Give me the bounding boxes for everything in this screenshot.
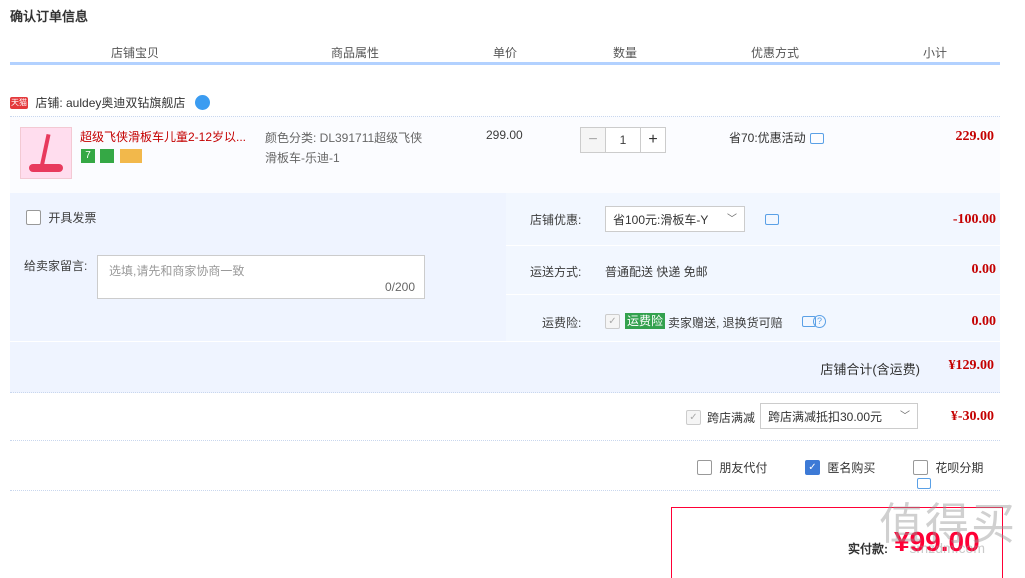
unit-price: 299.00 xyxy=(486,128,523,142)
insurance-amount: 0.00 xyxy=(971,314,997,329)
shop-total-row: 店铺合计(含运费) ¥129.00 xyxy=(10,342,1000,393)
page-title: 确认订单信息 xyxy=(10,9,89,24)
col-discount: 优惠方式 xyxy=(750,46,799,60)
shop-discount-row: 店铺优惠: 省100元:滑板车-Y ﹀ -100.00 xyxy=(506,193,1000,246)
wangwang-chat-icon[interactable] xyxy=(194,95,210,110)
insurance-row: 运费险: ✓ 运费险 卖家赠送, 退换货可赔 ? 0.00 xyxy=(506,295,1000,341)
guarantee-icon xyxy=(100,148,115,163)
insurance-label: 运费险: xyxy=(542,316,582,330)
message-char-count: 0/200 xyxy=(384,280,415,294)
order-item-row: 超级飞侠滑板车儿童2-12岁以... 7 颜色分类: DL391711超级飞侠 … xyxy=(10,116,1000,194)
invoice-label: 开具发票 xyxy=(48,211,97,225)
cross-shop-amount: ¥-30.00 xyxy=(950,409,994,424)
col-subtotal: 小计 xyxy=(922,46,947,60)
promotion-text: 省70:优惠活动 xyxy=(729,131,806,145)
shop-discount-value: 省100元:滑板车-Y xyxy=(613,213,709,227)
message-label: 给卖家留言: xyxy=(24,259,88,273)
product-attributes: 颜色分类: DL391711超级飞侠 滑板车-乐迪-1 xyxy=(265,128,445,168)
chevron-down-icon: ﹀ xyxy=(727,214,737,225)
col-shop-item: 店铺宝贝 xyxy=(110,46,159,60)
shipping-method: 普通配送 快递 免邮 xyxy=(605,265,708,279)
anonymous-option[interactable]: ✓ 匿名购买 xyxy=(805,459,875,476)
invoice-option[interactable]: 开具发票 xyxy=(26,209,96,226)
shop-discount-label: 店铺优惠: xyxy=(530,213,582,227)
site-watermark-url: smzdm.com xyxy=(909,540,985,556)
chevron-down-icon: ﹀ xyxy=(900,411,910,422)
payment-options-row: 朋友代付 ✓ 匿名购买 花呗分期 xyxy=(10,442,1000,491)
seven-day-return-icon: 7 xyxy=(81,148,95,163)
friend-pay-label: 朋友代付 xyxy=(719,461,768,475)
product-name-link[interactable]: 超级飞侠滑板车儿童2-12岁以... xyxy=(80,128,260,145)
item-subtotal: 229.00 xyxy=(955,129,995,144)
message-placeholder: 选填,请先和商家协商一致 xyxy=(109,264,245,278)
col-unit-price: 单价 xyxy=(492,46,517,60)
invoice-checkbox[interactable] xyxy=(26,210,41,225)
col-attributes: 商品属性 xyxy=(330,46,379,60)
shop-total-amount: ¥129.00 xyxy=(948,358,995,373)
header-divider xyxy=(10,62,1000,65)
shop-name[interactable]: 店铺: auldey奥迪双钻旗舰店 xyxy=(35,96,185,110)
comment-bubble-icon[interactable] xyxy=(765,214,779,225)
shipping-row: 运送方式: 普通配送 快递 免邮 0.00 xyxy=(506,246,1000,295)
huabei-option[interactable]: 花呗分期 xyxy=(913,459,1000,490)
shop-total-label: 店铺合计(含运费) xyxy=(820,362,920,377)
credit-card-icon xyxy=(119,148,142,163)
cross-shop-checkbox: ✓ xyxy=(686,410,701,425)
attr-line-2: 滑板车-乐迪-1 xyxy=(265,151,340,165)
insurance-text: 卖家赠送, 退换货可赔 xyxy=(668,316,783,330)
shipping-amount: 0.00 xyxy=(971,262,997,277)
friend-pay-option[interactable]: 朋友代付 xyxy=(697,459,767,476)
service-badges: 7 xyxy=(81,148,144,163)
tmall-badge: 天猫 xyxy=(10,96,28,109)
cross-shop-select[interactable]: 跨店满减抵扣30.00元 ﹀ xyxy=(760,403,918,429)
cross-shop-discount-row: ✓ 跨店满减 跨店满减抵扣30.00元 ﹀ ¥-30.00 xyxy=(10,394,1000,441)
seller-message-input[interactable]: 选填,请先和商家协商一致 0/200 xyxy=(97,255,425,299)
quantity-plus-button[interactable]: + xyxy=(640,127,666,153)
comment-bubble-icon[interactable] xyxy=(809,133,824,145)
shop-info: 天猫 店铺: auldey奥迪双钻旗舰店 xyxy=(10,94,210,111)
left-options: 开具发票 给卖家留言: 选填,请先和商家协商一致 0/200 xyxy=(10,193,504,341)
order-options-panel: 开具发票 给卖家留言: 选填,请先和商家协商一致 0/200 店铺优惠: 省10… xyxy=(10,193,1000,341)
shop-discount-select[interactable]: 省100元:滑板车-Y ﹀ xyxy=(605,206,745,232)
quantity-stepper: −1 + xyxy=(580,127,666,153)
insurance-checkbox: ✓ xyxy=(605,314,620,329)
help-question-icon[interactable]: ? xyxy=(813,315,826,328)
anonymous-checkbox[interactable]: ✓ xyxy=(805,460,820,475)
cross-shop-label: 跨店满减 xyxy=(707,411,756,425)
quantity-input[interactable]: 1 xyxy=(606,127,640,153)
huabei-checkbox[interactable] xyxy=(913,460,928,475)
product-thumbnail[interactable] xyxy=(20,127,72,179)
anonymous-label: 匿名购买 xyxy=(827,461,876,475)
attr-line-1: 颜色分类: DL391711超级飞侠 xyxy=(265,131,423,145)
col-quantity: 数量 xyxy=(612,46,637,60)
quantity-minus-button[interactable]: − xyxy=(580,127,606,153)
insurance-tag: 运费险 xyxy=(625,313,666,329)
shop-discount-amount: -100.00 xyxy=(952,212,996,227)
shipping-label: 运送方式: xyxy=(530,265,582,279)
huabei-label: 花呗分期 xyxy=(935,461,984,475)
promotion-info: 省70:优惠活动 xyxy=(729,129,824,146)
cross-shop-select-value: 跨店满减抵扣30.00元 xyxy=(768,410,883,424)
friend-pay-checkbox[interactable] xyxy=(697,460,712,475)
table-header: 店铺宝贝 商品属性 单价 数量 优惠方式 小计 xyxy=(10,44,1000,62)
right-options: 店铺优惠: 省100元:滑板车-Y ﹀ -100.00 运送方式: 普通配送 快… xyxy=(506,193,1000,341)
